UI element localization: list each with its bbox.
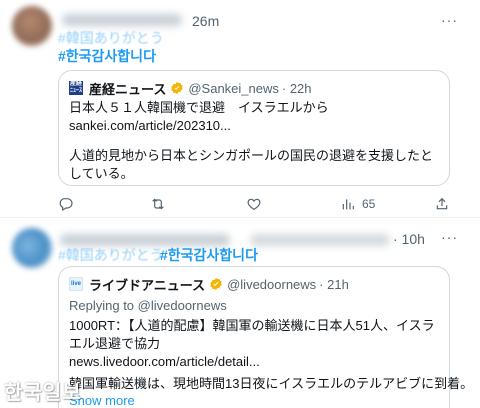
- like-button[interactable]: [246, 196, 262, 212]
- quoted-tweet-header: live ライブドアニュース @livedoornews · 21h: [69, 275, 349, 293]
- quoted-tweet-body: 人道的見地から日本とシンガポールの国民の退避を支援したとしている。: [69, 148, 434, 181]
- like-icon: [247, 198, 261, 211]
- quoted-tweet-header: 産経 ﾆｭｰｽ 産経ニュース @Sankei_news · 22h: [69, 79, 312, 97]
- retweet-button[interactable]: [150, 196, 166, 212]
- reply-icon: [59, 198, 73, 212]
- views-count: 65: [362, 197, 376, 211]
- hashtag-link[interactable]: #韓国ありがとう: [58, 28, 164, 48]
- newspaper-watermark: 한국일보: [4, 382, 82, 404]
- tweet-actions: 65: [0, 196, 480, 214]
- quoted-tweet-body: 1000RT：【人道的配慮】韓国軍の輸送機に日本人51人、イスラエル退避で協力: [69, 318, 435, 351]
- views-icon: [342, 199, 354, 210]
- blurred-handle[interactable]: [250, 234, 390, 246]
- hashtag-link[interactable]: #한국감사합니다: [58, 46, 156, 66]
- quoted-tweet-time[interactable]: · 21h: [319, 277, 349, 292]
- quoted-author-handle[interactable]: @Sankei_news: [188, 81, 279, 96]
- views-button[interactable]: 65: [340, 196, 375, 212]
- more-options-button[interactable]: ···: [441, 229, 458, 245]
- retweet-icon: [152, 198, 164, 210]
- quoted-tweet-body-continued: 韓国軍輸送機は、現地時間13日夜にイスラエルのテルアビブに到着。: [69, 376, 474, 391]
- reply-button[interactable]: [58, 196, 74, 212]
- tweet[interactable]: 26m ··· #韓国ありがとう #한국감사합니다 産経 ﾆｭｰｽ 産経ニュース …: [0, 0, 480, 222]
- quoted-author-name[interactable]: ライブドアニュース: [89, 275, 205, 294]
- replying-to-label[interactable]: Replying to @livedoornews: [69, 297, 227, 315]
- share-button[interactable]: [434, 196, 450, 212]
- livedoor-logo-icon: live: [69, 277, 83, 291]
- hashtag-link[interactable]: #韓国ありがとう: [58, 245, 164, 265]
- quoted-tweet[interactable]: 産経 ﾆｭｰｽ 産経ニュース @Sankei_news · 22h 日本人５１人韓…: [58, 70, 450, 186]
- quoted-tweet[interactable]: live ライブドアニュース @livedoornews · 21h Reply…: [58, 266, 473, 408]
- user-avatar[interactable]: [12, 228, 52, 268]
- tweet-time[interactable]: · 10h: [393, 231, 425, 247]
- more-options-button[interactable]: ···: [441, 12, 458, 28]
- quoted-author-handle[interactable]: @livedoornews: [227, 277, 316, 292]
- user-avatar[interactable]: [12, 6, 52, 46]
- quoted-tweet-time[interactable]: · 22h: [282, 81, 312, 96]
- quoted-author-name[interactable]: 産経ニュース: [89, 79, 166, 98]
- sankei-logo-icon: 産経 ﾆｭｰｽ: [69, 81, 83, 95]
- quoted-tweet-text: 日本人５１人韓国機で退避 イスラエルから: [69, 100, 329, 115]
- share-icon: [436, 197, 448, 210]
- verified-badge-icon: [171, 81, 184, 95]
- verified-badge-icon: [210, 277, 222, 291]
- tweet-divider: [0, 217, 480, 218]
- quoted-tweet-link[interactable]: sankei.com/article/202310...: [69, 117, 231, 135]
- quoted-tweet-link[interactable]: news.livedoor.com/article/detail...: [69, 353, 260, 371]
- blurred-username[interactable]: [62, 14, 182, 26]
- hashtag-link[interactable]: #한국감사합니다: [160, 245, 258, 265]
- tweet-time[interactable]: 26m: [192, 13, 219, 29]
